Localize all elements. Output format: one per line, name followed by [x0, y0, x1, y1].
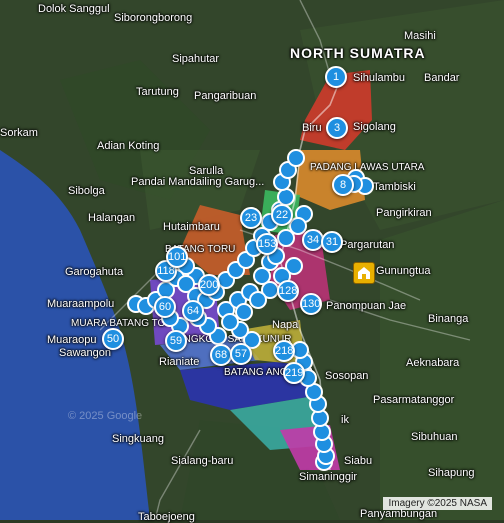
imagery-attribution: Imagery ©2025 NASA	[383, 497, 492, 510]
marker-cluster[interactable]: 57	[230, 343, 252, 365]
marker-cluster[interactable]: 68	[210, 344, 232, 366]
marker-cluster[interactable]: 219	[283, 362, 305, 384]
google-watermark: © 2025 Google	[68, 410, 143, 422]
location-marker[interactable]	[249, 291, 267, 309]
marker-cluster[interactable]: 59	[165, 330, 187, 352]
marker-cluster[interactable]: 101	[166, 246, 188, 268]
marker-cluster[interactable]: 50	[102, 328, 124, 350]
location-marker[interactable]	[277, 229, 295, 247]
marker-cluster[interactable]: 153	[256, 233, 278, 255]
marker-cluster[interactable]: 31	[321, 231, 343, 253]
marker-cluster[interactable]: 218	[273, 340, 295, 362]
marker-cluster[interactable]: 23	[240, 207, 262, 229]
marker-cluster[interactable]: 22	[271, 204, 293, 226]
marker-cluster[interactable]: 60	[154, 296, 176, 318]
marker-cluster[interactable]: 1	[325, 66, 347, 88]
building-poi-icon[interactable]	[353, 262, 375, 284]
marker-cluster[interactable]: 64	[182, 300, 204, 322]
marker-cluster[interactable]: 200	[198, 274, 220, 296]
marker-cluster[interactable]: 130	[300, 293, 322, 315]
location-marker[interactable]	[287, 149, 305, 167]
marker-cluster[interactable]: 128	[277, 280, 299, 302]
marker-cluster[interactable]: 8	[332, 174, 354, 196]
marker-cluster[interactable]: 3	[326, 117, 348, 139]
